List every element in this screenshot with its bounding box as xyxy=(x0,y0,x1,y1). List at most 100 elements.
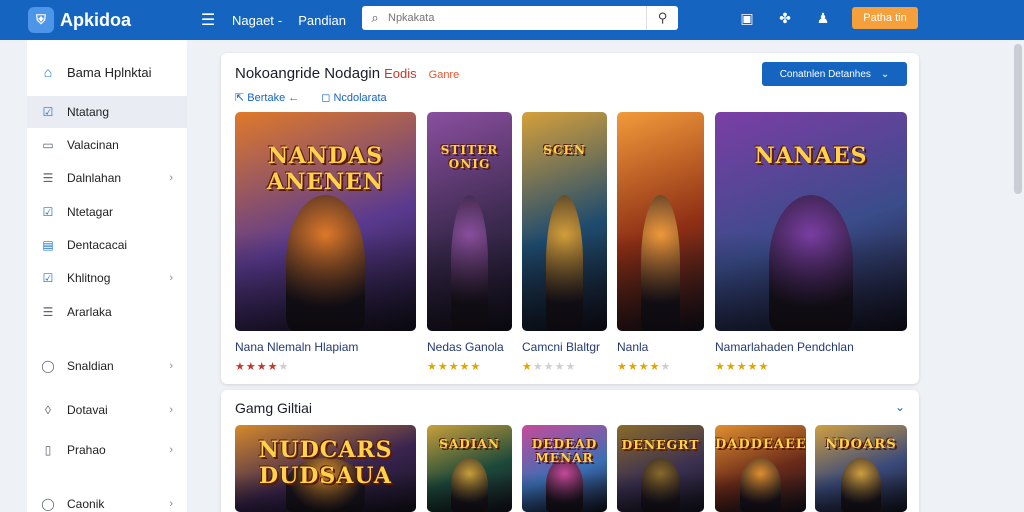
section2-card-1[interactable]: NUDCARS DUDSAUA xyxy=(235,425,416,512)
game-title-3[interactable]: Camcni Blaltgr xyxy=(522,340,600,354)
chevron-right-icon: › xyxy=(169,360,173,372)
menu-icon[interactable]: ☰ xyxy=(198,10,218,30)
game-title-2[interactable]: Nedas Ganola xyxy=(427,340,504,354)
card-shade xyxy=(715,472,806,512)
checkbox-icon: ☑ xyxy=(42,205,54,219)
chevron-right-icon: › xyxy=(169,444,173,456)
card-art-title: NDOARS xyxy=(825,437,897,453)
section2-card-4[interactable]: DENEGRT xyxy=(617,425,704,512)
card-art-title: NANAES xyxy=(754,142,868,169)
sidebar-item-valacinan[interactable]: ▭ Valacinan xyxy=(27,129,187,161)
featured-tag: Eodis xyxy=(384,66,417,81)
sidebar: ⌂ Bama Hplnktai ☑ Ntatang ▭ Valacinan ☰ Dalnl… xyxy=(27,40,187,512)
app-brand[interactable]: ⛨ Apkidoa xyxy=(0,7,190,33)
featured-card-3[interactable]: SCEN xyxy=(522,112,607,331)
nav-link-nagaet[interactable]: Nagaet xyxy=(232,13,274,28)
card-shade xyxy=(427,232,512,331)
star-icon: ★ xyxy=(736,361,748,373)
page-scrollbar[interactable] xyxy=(1014,44,1022,194)
star-icon: ★ xyxy=(543,361,555,373)
chevron-right-icon: › xyxy=(169,498,173,510)
star-icon: ★ xyxy=(554,361,566,373)
search-input[interactable] xyxy=(388,12,646,24)
card-shade xyxy=(617,472,704,512)
card-shade xyxy=(427,472,512,512)
nav-link-pandian[interactable]: Pandian xyxy=(298,13,346,28)
star-icon: ★ xyxy=(649,361,661,373)
sidebar-item-dentacacai[interactable]: ▤ Dentacacai xyxy=(27,229,187,261)
card-art-title: DADDEAEEO xyxy=(715,437,806,453)
search-submit-icon[interactable]: ⚲ xyxy=(646,6,678,30)
game-title-4[interactable]: Nanla xyxy=(617,340,648,354)
notification-link[interactable]: ◻ Ncdolarata xyxy=(321,91,386,104)
featured-card-2[interactable]: STITER ONIG xyxy=(427,112,512,331)
sidebar-item-label: Khlitnog xyxy=(67,271,111,285)
featured-card-5[interactable]: NANAES xyxy=(715,112,907,331)
card-art-title: SADIAN xyxy=(439,437,500,452)
featured-subnav: ⇱ Bertake ← ◻ Ncdolarata xyxy=(235,91,387,104)
card-art-title: SCEN xyxy=(543,142,586,157)
sidebar-item-ararlaka[interactable]: ☰ Ararlaka xyxy=(27,296,187,328)
featured-card-1[interactable]: NANDAS ANENEN xyxy=(235,112,416,331)
back-link[interactable]: ⇱ Bertake ← xyxy=(235,91,299,104)
sidebar-item-home[interactable]: ⌂ Bama Hplnktai xyxy=(27,56,187,88)
star-icon: ★ xyxy=(470,361,482,373)
sidebar-item-prahao[interactable]: ▯ Prahao › xyxy=(27,434,187,466)
droplet-icon: ◊ xyxy=(45,403,51,417)
star-icon: ★ xyxy=(747,361,759,373)
sidebar-item-label: Ntetagar xyxy=(67,205,114,219)
circle-icon: ◯ xyxy=(41,497,55,511)
star-icon: ★ xyxy=(278,361,290,373)
details-dropdown[interactable]: Conatnlen Detanhes ⌄ xyxy=(762,62,907,86)
star-icon: ★ xyxy=(427,361,438,373)
checkbox-icon: ☑ xyxy=(42,105,54,119)
section2-card-5[interactable]: DADDEAEEO xyxy=(715,425,806,512)
sidebar-item-caonik[interactable]: ◯ Caonik › xyxy=(27,488,187,512)
sidebar-item-label: Ararlaka xyxy=(67,305,112,319)
section2-card-6[interactable]: NDOARS xyxy=(815,425,907,512)
circle-icon: ◯ xyxy=(41,359,55,373)
star-icon: ★ xyxy=(715,361,726,373)
sidebar-item-dotavai[interactable]: ◊ Dotavai › xyxy=(27,394,187,426)
card-art-title: NUDCARS DUDSAUA xyxy=(258,437,393,490)
account-icon[interactable]: ♟ xyxy=(815,10,831,26)
sidebar-item-label: Bama Hplnktai xyxy=(67,64,152,80)
chevron-right-icon: › xyxy=(169,172,173,184)
game-title-5[interactable]: Namarlahaden Pendchlan xyxy=(715,340,854,354)
game-rating-3: ★★★★★ xyxy=(522,360,576,373)
nav-separator: - xyxy=(277,12,283,28)
window-icon[interactable]: ▣ xyxy=(739,10,755,26)
section2-card-3[interactable]: DEDEAD MENAR xyxy=(522,425,607,512)
chevron-right-icon: › xyxy=(169,272,173,284)
sidebar-item-khlitnog[interactable]: ☑ Khlitnog › xyxy=(27,262,187,294)
game-title-1[interactable]: Nana Nlemaln Hlapiam xyxy=(235,340,358,354)
featured-genre-tag: Ganre xyxy=(428,69,460,81)
sidebar-item-dalnlahan[interactable]: ☰ Dalnlahan › xyxy=(27,162,187,194)
section2-card-2[interactable]: SADIAN xyxy=(427,425,512,512)
puzzle-icon[interactable]: ✤ xyxy=(777,10,793,26)
sidebar-item-label: Dalnlahan xyxy=(67,171,122,185)
grid-icon: ▤ xyxy=(42,238,54,252)
star-icon: ★ xyxy=(267,361,279,373)
chevron-down-icon[interactable]: ⌄ xyxy=(895,400,905,414)
sidebar-item-ntatang[interactable]: ☑ Ntatang xyxy=(27,96,187,128)
card-shade xyxy=(522,232,607,331)
checkbox-icon: ☑ xyxy=(42,271,54,285)
star-icon: ★ xyxy=(235,361,246,373)
cta-button[interactable]: Patha tin xyxy=(852,7,918,29)
list-icon: ☰ xyxy=(42,171,54,185)
game-rating-5: ★★★★★ xyxy=(715,360,769,373)
featured-card-4[interactable] xyxy=(617,112,704,331)
sidebar-item-snaldian[interactable]: ◯ Snaldian › xyxy=(27,350,187,382)
card-shade xyxy=(522,472,607,512)
back-link-label: Bertake ← xyxy=(247,92,300,104)
sidebar-item-ntetagar[interactable]: ☑ Ntetagar xyxy=(27,196,187,228)
star-icon: ★ xyxy=(459,361,471,373)
star-icon: ★ xyxy=(532,361,544,373)
top-navigation-bar: ⛨ Apkidoa ☰ Nagaet - Pandian ⌕ ⚲ ▣ ✤ ♟ P… xyxy=(0,0,1024,40)
star-icon: ★ xyxy=(725,361,737,373)
home-icon: ⌂ xyxy=(43,64,53,80)
arrow-icon: ⇱ xyxy=(235,92,248,104)
star-icon: ★ xyxy=(437,361,449,373)
section-title: Gamg Giltiai xyxy=(235,400,313,416)
